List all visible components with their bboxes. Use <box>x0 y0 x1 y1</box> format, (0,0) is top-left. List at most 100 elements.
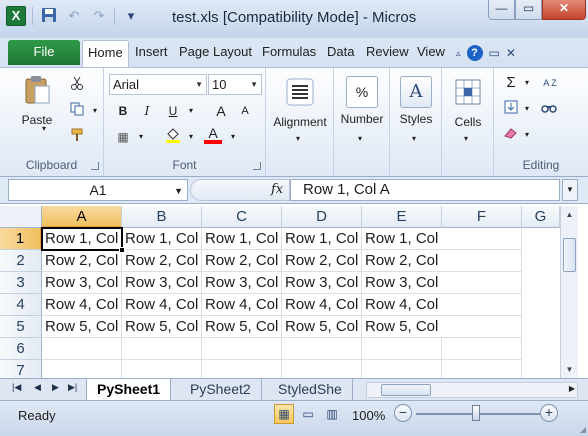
cell-a1[interactable]: Row 1, Col A <box>42 228 122 250</box>
cell-c5[interactable]: Row 5, Col C <box>202 316 282 338</box>
horizontal-scroll-thumb[interactable] <box>381 384 431 396</box>
row-header-2[interactable]: 2 <box>0 250 42 272</box>
format-painter-icon[interactable] <box>68 128 86 146</box>
cell-e1[interactable]: Row 1, Col E <box>362 228 453 250</box>
cell-c2[interactable]: Row 2, Col C <box>202 250 282 272</box>
cell-f4[interactable] <box>442 294 522 316</box>
tab-file[interactable]: File <box>8 40 80 65</box>
zoom-slider-thumb[interactable] <box>472 405 480 421</box>
page-break-view-icon[interactable]: ▥ <box>322 404 342 424</box>
cell-b6[interactable] <box>122 338 202 360</box>
cell-b1[interactable]: Row 1, Col B <box>122 228 202 250</box>
resize-grip-icon[interactable]: ◢ <box>580 425 586 434</box>
sheet-tab-styledsheet[interactable]: StyledShe <box>268 379 353 400</box>
zoom-in-button[interactable]: + <box>540 404 558 422</box>
cell-d3[interactable]: Row 3, Col D <box>282 272 362 294</box>
name-box[interactable]: A1 ▼ <box>8 179 188 201</box>
borders-dropdown-icon[interactable]: ▾ <box>132 128 150 146</box>
formula-input[interactable]: Row 1, Col A <box>290 179 560 201</box>
cell-c1[interactable]: Row 1, Col C <box>202 228 282 250</box>
autosum-dropdown-icon[interactable]: ▾ <box>518 74 536 92</box>
number-button[interactable]: % Number <box>336 76 388 126</box>
cell-a5[interactable]: Row 5, Col A <box>42 316 122 338</box>
normal-view-icon[interactable]: ▦ <box>274 404 294 424</box>
grow-font-button[interactable]: A <box>212 102 230 120</box>
minimize-ribbon-icon[interactable]: ▵ <box>456 48 461 59</box>
insert-function-button[interactable]: fx <box>271 182 283 197</box>
sheet-tab-pysheet2[interactable]: PySheet2 <box>180 379 262 400</box>
row-header-5[interactable]: 5 <box>0 316 42 338</box>
cell-d5[interactable]: Row 5, Col D <box>282 316 362 338</box>
vertical-scroll-thumb[interactable] <box>563 238 576 272</box>
cell-d4[interactable]: Row 4, Col D <box>282 294 362 316</box>
expand-formula-bar-icon[interactable]: ▼ <box>562 179 578 201</box>
row-header-1[interactable]: 1 <box>0 228 42 250</box>
cell-b5[interactable]: Row 5, Col B <box>122 316 202 338</box>
close-workbook-icon[interactable]: ✕ <box>506 46 516 60</box>
cut-icon[interactable] <box>68 76 86 94</box>
font-launcher-icon[interactable] <box>253 162 261 170</box>
underline-button[interactable]: U <box>164 102 182 120</box>
excel-app-icon[interactable]: X <box>6 6 26 26</box>
column-header-e[interactable]: E <box>362 206 442 228</box>
tab-page-layout[interactable]: Page Layout <box>179 44 252 59</box>
paste-button[interactable]: Paste <box>14 74 60 127</box>
cell-c6[interactable] <box>202 338 282 360</box>
font-color-button[interactable]: A <box>204 124 222 144</box>
cell-a3[interactable]: Row 3, Col A <box>42 272 122 294</box>
cell-c3[interactable]: Row 3, Col C <box>202 272 282 294</box>
name-box-dropdown-icon[interactable]: ▼ <box>174 181 183 201</box>
tab-home[interactable]: Home <box>82 40 129 67</box>
underline-dropdown-icon[interactable]: ▾ <box>182 102 200 120</box>
cell-d6[interactable] <box>282 338 362 360</box>
tab-formulas[interactable]: Formulas <box>262 44 316 59</box>
cell-d2[interactable]: Row 2, Col D <box>282 250 362 272</box>
zoom-out-button[interactable]: − <box>394 404 412 422</box>
sort-filter-icon[interactable]: A Z <box>538 74 562 92</box>
font-size-combo[interactable]: 10 ▼ <box>208 74 262 95</box>
copy-icon[interactable] <box>68 102 86 120</box>
column-header-b[interactable]: B <box>122 206 202 228</box>
worksheet-grid[interactable]: ABCDEFG1Row 1, Col ARow 1, Col BRow 1, C… <box>0 206 588 382</box>
column-header-d[interactable]: D <box>282 206 362 228</box>
find-select-icon[interactable] <box>540 100 558 118</box>
font-color-dropdown-icon[interactable]: ▾ <box>224 128 242 146</box>
paste-dropdown-icon[interactable]: ▾ <box>42 124 46 133</box>
vertical-scrollbar[interactable]: ▲ ▼ <box>560 206 578 378</box>
cell-e3[interactable]: Row 3, Col E <box>362 272 453 294</box>
copy-dropdown-icon[interactable]: ▾ <box>86 102 104 120</box>
cell-a4[interactable]: Row 4, Col A <box>42 294 122 316</box>
scroll-down-icon[interactable]: ▼ <box>561 361 578 378</box>
column-header-a[interactable]: A <box>42 206 122 228</box>
fill-dropdown-icon[interactable]: ▾ <box>518 100 536 118</box>
cell-e6[interactable] <box>362 338 442 360</box>
select-all-corner[interactable] <box>0 206 42 228</box>
cell-f6[interactable] <box>442 338 522 360</box>
clipboard-launcher-icon[interactable] <box>91 162 99 170</box>
cell-e2[interactable]: Row 2, Col E <box>362 250 453 272</box>
fill-color-icon[interactable] <box>164 126 182 144</box>
close-button[interactable]: ✕ <box>542 0 586 20</box>
cell-b3[interactable]: Row 3, Col B <box>122 272 202 294</box>
horizontal-scrollbar[interactable]: ▶ <box>366 382 578 398</box>
fill-handle[interactable] <box>119 247 125 253</box>
page-layout-view-icon[interactable]: ▭ <box>298 404 318 424</box>
next-sheet-icon[interactable]: ▶ <box>52 382 59 393</box>
cell-e4[interactable]: Row 4, Col E <box>362 294 453 316</box>
zoom-level[interactable]: 100% <box>352 408 385 423</box>
cell-a2[interactable]: Row 2, Col A <box>42 250 122 272</box>
minimize-button[interactable]: — <box>488 0 515 20</box>
column-header-c[interactable]: C <box>202 206 282 228</box>
tab-view[interactable]: View <box>417 44 445 59</box>
tab-data[interactable]: Data <box>327 44 354 59</box>
cell-a6[interactable] <box>42 338 122 360</box>
maximize-button[interactable]: ▭ <box>515 0 542 20</box>
cell-f5[interactable] <box>442 316 522 338</box>
tab-review[interactable]: Review <box>366 44 409 59</box>
first-sheet-icon[interactable]: |◀ <box>12 382 21 393</box>
fill-color-dropdown-icon[interactable]: ▾ <box>182 128 200 146</box>
cell-f3[interactable] <box>442 272 522 294</box>
row-header-3[interactable]: 3 <box>0 272 42 294</box>
column-header-f[interactable]: F <box>442 206 522 228</box>
help-icon[interactable]: ? <box>466 45 483 61</box>
